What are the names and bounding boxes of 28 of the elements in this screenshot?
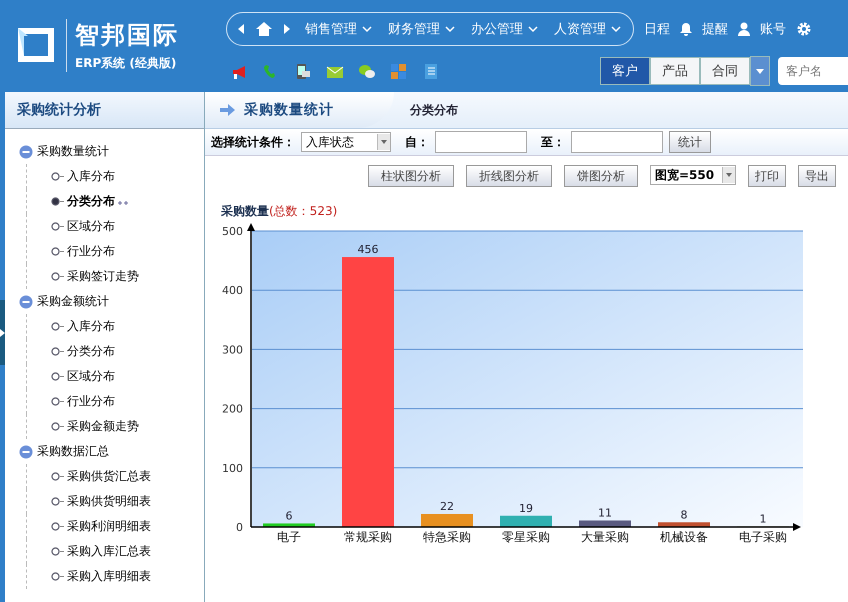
to-label: 至： bbox=[541, 134, 565, 150]
x-tick-label: 常规采购 bbox=[344, 530, 392, 544]
filter-label: 选择统计条件： bbox=[211, 134, 295, 150]
sidebar-title: 采购统计分析 bbox=[5, 92, 204, 129]
chart-title: 采购数量(总数：523) bbox=[221, 204, 338, 218]
x-tick-label: 零星采购 bbox=[502, 530, 550, 544]
x-tick-label: 电子 bbox=[277, 530, 301, 544]
x-tick-label: 机械设备 bbox=[660, 530, 708, 544]
y-tick-label: 500 bbox=[222, 225, 243, 238]
from-label: 自： bbox=[405, 134, 429, 150]
y-tick-label: 100 bbox=[222, 462, 243, 475]
brand-name: 智邦国际 bbox=[75, 20, 179, 50]
y-tick-label: 400 bbox=[222, 284, 243, 298]
x-tick-label: 电子采购 bbox=[739, 530, 787, 544]
y-tick-label: 200 bbox=[222, 402, 243, 416]
data-label: 456 bbox=[358, 243, 378, 256]
data-label: 19 bbox=[519, 502, 533, 515]
data-label: 8 bbox=[680, 508, 688, 522]
data-label: 11 bbox=[598, 506, 612, 520]
y-tick-label: 0 bbox=[236, 521, 243, 534]
y-tick-label: 300 bbox=[222, 343, 243, 356]
page-title: 采购数量统计 bbox=[244, 101, 334, 119]
x-tick-label: 大量采购 bbox=[581, 530, 629, 544]
edition-label: ERP系统 (经典版) bbox=[75, 54, 178, 72]
data-label: 6 bbox=[286, 509, 292, 522]
data-label: 1 bbox=[760, 512, 766, 526]
x-tick-label: 特急采购 bbox=[423, 530, 471, 544]
data-label: 22 bbox=[440, 500, 454, 513]
